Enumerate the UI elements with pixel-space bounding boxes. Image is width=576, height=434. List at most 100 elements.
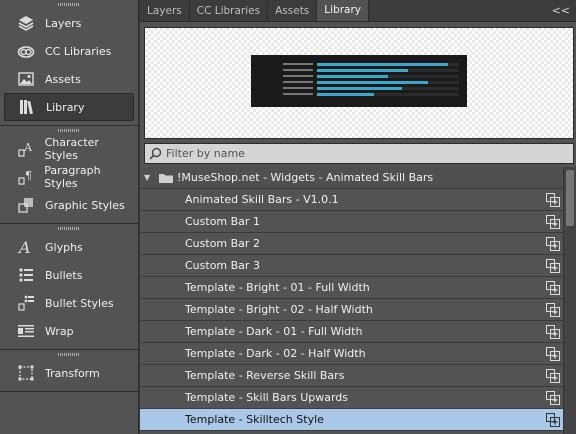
library-item-label: Template - Bright - 01 - Full Width — [185, 281, 370, 294]
library-item[interactable]: Custom Bar 1 — [140, 211, 576, 233]
bullets-icon — [16, 265, 36, 285]
dock-item-transform[interactable]: Transform — [4, 359, 134, 387]
tab-cc-libraries[interactable]: CC Libraries — [190, 1, 269, 21]
library-panel: Layers CC Libraries Assets Library << ▼ … — [140, 0, 576, 434]
dock-item-glyphs[interactable]: A Glyphs — [4, 233, 134, 261]
library-item[interactable]: Template - Bright - 01 - Full Width — [140, 277, 576, 299]
layers-icon — [16, 13, 36, 33]
library-item-label: Custom Bar 1 — [185, 215, 260, 228]
library-item[interactable]: Template - Bright - 02 - Half Width — [140, 299, 576, 321]
dock-label: CC Libraries — [45, 44, 112, 58]
library-item[interactable]: Custom Bar 2 — [140, 233, 576, 255]
dock-grip[interactable] — [0, 0, 138, 9]
dock-grip[interactable] — [0, 126, 138, 135]
insert-item-icon[interactable] — [546, 281, 560, 295]
bullet-styles-icon — [16, 293, 36, 313]
library-item[interactable]: Template - Dark - 01 - Full Width — [140, 321, 576, 343]
insert-item-icon[interactable] — [546, 259, 560, 273]
library-item-label: Template - Bright - 02 - Half Width — [185, 303, 373, 316]
library-item[interactable]: Template - Dark - 02 - Half Width — [140, 343, 576, 365]
insert-item-icon[interactable] — [546, 237, 560, 251]
insert-item-icon[interactable] — [546, 347, 560, 361]
insert-item-icon[interactable] — [546, 325, 560, 339]
dock-item-cc-libraries[interactable]: CC Libraries — [4, 37, 134, 65]
library-item-label: Custom Bar 3 — [185, 259, 260, 272]
library-item-label: Template - Skilltech Style — [185, 413, 324, 426]
assets-icon — [16, 69, 36, 89]
dock-item-paragraph-styles[interactable]: ¶ Paragraph Styles — [4, 163, 134, 191]
graphic-styles-icon — [16, 195, 36, 215]
dock-item-wrap[interactable]: Wrap — [4, 317, 134, 345]
dock-group-styles: A Character Styles ¶ Paragraph Styles Gr… — [0, 126, 138, 224]
search-icon — [149, 147, 162, 160]
dock-label: Graphic Styles — [45, 198, 125, 212]
library-item[interactable]: Animated Skill Bars - V1.0.1 — [140, 189, 576, 211]
dock-label: Layers — [45, 16, 82, 30]
dock-label: Glyphs — [45, 240, 83, 254]
dock-label: Assets — [45, 72, 81, 86]
dock-label: Library — [46, 100, 85, 114]
dock-item-library[interactable]: Library — [4, 93, 134, 121]
library-item[interactable]: Template - Skilltech Style — [140, 409, 576, 431]
transform-icon — [16, 363, 36, 383]
dock-label: Paragraph Styles — [44, 164, 101, 190]
scrollbar-thumb[interactable] — [566, 170, 574, 226]
dock-group-text-tools: A Glyphs Bullets Bullet Styles Wrap — [0, 224, 138, 350]
dock-label: Bullets — [45, 268, 83, 282]
dock-label: Character Styles — [44, 136, 99, 162]
insert-item-icon[interactable] — [546, 391, 560, 405]
dock-item-layers[interactable]: Layers — [4, 9, 134, 37]
library-item-label: Template - Dark - 01 - Full Width — [185, 325, 363, 338]
library-item-label: Template - Reverse Skill Bars — [185, 369, 345, 382]
dock-item-bullets[interactable]: Bullets — [4, 261, 134, 289]
cc-libraries-icon — [16, 41, 36, 61]
tab-layers[interactable]: Layers — [140, 1, 190, 21]
panel-tabbar: Layers CC Libraries Assets Library << — [140, 0, 576, 22]
wrap-icon — [16, 321, 36, 341]
preview-skill-bar — [283, 91, 459, 97]
dock-item-graphic-styles[interactable]: Graphic Styles — [4, 191, 134, 219]
library-folder[interactable]: ▼ !MuseShop.net - Widgets - Animated Ski… — [140, 167, 576, 189]
dock-item-bullet-styles[interactable]: Bullet Styles — [4, 289, 134, 317]
insert-item-icon[interactable] — [546, 215, 560, 229]
library-item-label: Animated Skill Bars - V1.0.1 — [185, 193, 339, 206]
tab-assets[interactable]: Assets — [268, 1, 318, 21]
filter-field — [144, 143, 574, 164]
library-item-label: Template - Dark - 02 - Half Width — [185, 347, 366, 360]
insert-item-icon[interactable] — [546, 303, 560, 317]
item-preview — [144, 27, 574, 139]
library-icon — [17, 97, 37, 117]
filter-input[interactable] — [166, 147, 546, 160]
library-item[interactable]: Custom Bar 3 — [140, 255, 576, 277]
tab-library[interactable]: Library — [317, 0, 369, 21]
collapse-panel-button[interactable]: << — [552, 4, 570, 17]
library-item-label: Template - Skill Bars Upwards — [185, 391, 349, 404]
insert-item-icon[interactable] — [546, 193, 560, 207]
dock-grip[interactable] — [0, 350, 138, 359]
dock-label: Bullet Styles — [45, 296, 114, 310]
svg-text:A: A — [17, 238, 31, 256]
character-styles-icon: A — [16, 139, 36, 159]
folder-icon — [159, 173, 173, 183]
insert-item-icon[interactable] — [546, 413, 560, 427]
library-list: ▼ !MuseShop.net - Widgets - Animated Ski… — [140, 167, 576, 434]
dock-label: Transform — [45, 366, 100, 380]
dock-group-panels: Layers CC Libraries Assets Library — [0, 0, 138, 126]
library-item[interactable]: Template - Reverse Skill Bars — [140, 365, 576, 387]
insert-item-icon[interactable] — [546, 369, 560, 383]
folder-name: !MuseShop.net - Widgets - Animated Skill… — [177, 171, 434, 184]
library-item[interactable]: Template - Skill Bars Upwards — [140, 387, 576, 409]
dock-group-transform: Transform — [0, 350, 138, 392]
dock-item-character-styles[interactable]: A Character Styles — [4, 135, 134, 163]
dock-label: Wrap — [45, 324, 74, 338]
dock-grip[interactable] — [0, 224, 138, 233]
disclosure-triangle-icon[interactable]: ▼ — [144, 173, 152, 182]
preview-thumbnail — [251, 55, 467, 107]
left-dock: Layers CC Libraries Assets Library A Cha… — [0, 0, 139, 434]
dock-item-assets[interactable]: Assets — [4, 65, 134, 93]
paragraph-styles-icon: ¶ — [16, 167, 35, 187]
library-item-label: Custom Bar 2 — [185, 237, 260, 250]
glyphs-icon: A — [16, 237, 36, 257]
svg-text:¶: ¶ — [25, 169, 32, 182]
list-scrollbar[interactable] — [563, 167, 576, 434]
